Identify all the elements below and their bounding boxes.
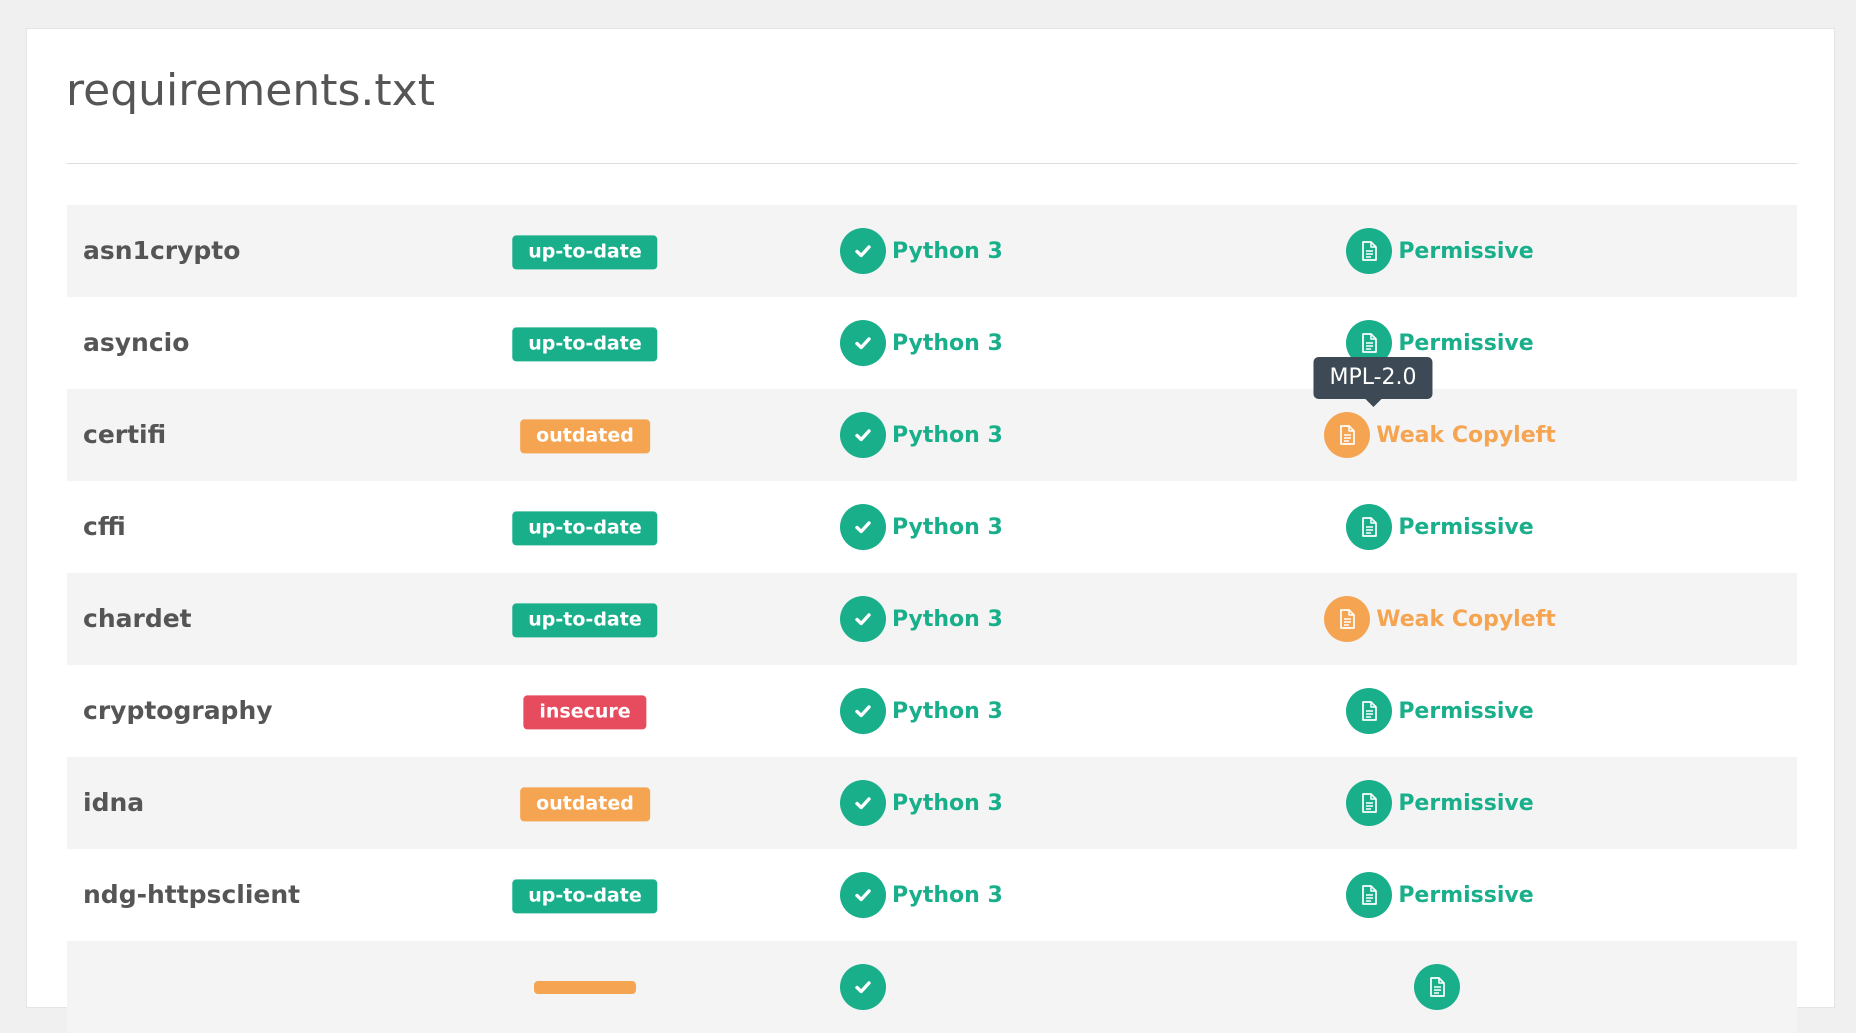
document-icon: [1346, 872, 1393, 918]
document-icon: [1346, 228, 1393, 274]
package-list: asn1crypto up-to-date Python 3 Permissive as…: [67, 205, 1797, 1033]
package-row[interactable]: chardet up-to-date Python 3 Weak Copyleft: [67, 573, 1797, 665]
package-name[interactable]: idna: [83, 757, 144, 849]
document-icon: [1324, 412, 1371, 458]
status-cell: [530, 941, 640, 1033]
check-icon: [840, 596, 886, 642]
python-compat[interactable]: Python 3: [840, 849, 1003, 941]
python-label: Python 3: [892, 330, 1003, 356]
license-label: Weak Copyleft: [1376, 606, 1556, 632]
check-icon: [840, 872, 886, 918]
license-label: Weak Copyleft: [1376, 422, 1556, 448]
license-label: Permissive: [1398, 514, 1534, 540]
document-icon: [1346, 688, 1393, 734]
python-compat[interactable]: Python 3: [840, 757, 1003, 849]
python-label: Python 3: [892, 882, 1003, 908]
status-badge[interactable]: up-to-date: [512, 603, 658, 638]
status-badge[interactable]: up-to-date: [512, 511, 658, 546]
python-compat[interactable]: Python 3: [840, 481, 1003, 573]
status-cell: up-to-date: [512, 849, 658, 941]
package-name[interactable]: chardet: [83, 573, 192, 665]
license-cell[interactable]: Weak Copyleft: [1324, 573, 1556, 665]
package-row[interactable]: ndg-httpsclient up-to-date Python 3 Permiss…: [67, 849, 1797, 941]
python-compat[interactable]: Python 3: [840, 665, 1003, 757]
status-cell: up-to-date: [512, 481, 658, 573]
license-cell[interactable]: Permissive: [1340, 205, 1540, 297]
package-row[interactable]: [67, 941, 1797, 1033]
python-compat[interactable]: [840, 941, 892, 1033]
license-cell[interactable]: Permissive: [1340, 665, 1540, 757]
python-label: Python 3: [892, 698, 1003, 724]
package-name[interactable]: asyncio: [83, 297, 189, 389]
package-row[interactable]: asn1crypto up-to-date Python 3 Permissive: [67, 205, 1797, 297]
python-compat[interactable]: Python 3: [840, 205, 1003, 297]
title-divider: [67, 163, 1797, 164]
status-cell: insecure: [523, 665, 647, 757]
python-label: Python 3: [892, 238, 1003, 264]
status-badge[interactable]: up-to-date: [512, 235, 658, 270]
python-label: Python 3: [892, 422, 1003, 448]
package-row[interactable]: idna outdated Python 3 Permissive: [67, 757, 1797, 849]
package-row[interactable]: cryptography insecure Python 3 Permissive: [67, 665, 1797, 757]
license-label: Permissive: [1398, 330, 1534, 356]
status-badge[interactable]: outdated: [520, 419, 650, 454]
status-badge[interactable]: up-to-date: [512, 327, 658, 362]
document-icon: [1346, 780, 1393, 826]
status-cell: up-to-date: [512, 573, 658, 665]
package-name[interactable]: asn1crypto: [83, 205, 240, 297]
python-compat[interactable]: Python 3: [840, 297, 1003, 389]
license-label: Permissive: [1398, 238, 1534, 264]
package-row[interactable]: cffi up-to-date Python 3 Permissive: [67, 481, 1797, 573]
package-row[interactable]: certifi outdated Python 3 Weak Copyleft: [67, 389, 1797, 481]
check-icon: [840, 688, 886, 734]
python-label: Python 3: [892, 790, 1003, 816]
status-cell: up-to-date: [512, 297, 658, 389]
requirements-card: requirements.txt asn1crypto up-to-date Pyt…: [26, 28, 1835, 1033]
status-cell: up-to-date: [512, 205, 658, 297]
check-icon: [840, 228, 886, 274]
license-cell[interactable]: Permissive: [1340, 757, 1540, 849]
python-label: Python 3: [892, 606, 1003, 632]
python-label: Python 3: [892, 514, 1003, 540]
check-icon: [840, 964, 886, 1010]
status-cell: outdated: [520, 757, 650, 849]
document-icon: [1324, 596, 1371, 642]
tooltip-text: MPL-2.0: [1329, 365, 1417, 390]
license-label: Permissive: [1398, 790, 1534, 816]
status-badge[interactable]: up-to-date: [512, 879, 658, 914]
package-name[interactable]: ndg-httpsclient: [83, 849, 300, 941]
package-row[interactable]: asyncio up-to-date Python 3 Permissive: [67, 297, 1797, 389]
status-badge[interactable]: insecure: [523, 695, 647, 730]
license-cell[interactable]: Permissive: [1340, 849, 1540, 941]
license-label: Permissive: [1398, 698, 1534, 724]
check-icon: [840, 412, 886, 458]
status-badge[interactable]: outdated: [520, 787, 650, 822]
check-icon: [840, 504, 886, 550]
python-compat[interactable]: Python 3: [840, 389, 1003, 481]
package-name[interactable]: certifi: [83, 389, 166, 481]
python-compat[interactable]: Python 3: [840, 573, 1003, 665]
package-name[interactable]: cryptography: [83, 665, 273, 757]
check-icon: [840, 320, 886, 366]
license-cell[interactable]: Permissive: [1340, 481, 1540, 573]
check-icon: [840, 780, 886, 826]
package-name[interactable]: cffi: [83, 481, 126, 573]
status-badge[interactable]: [534, 981, 636, 995]
license-cell[interactable]: [1340, 941, 1540, 1033]
tooltip-arrow: [1364, 399, 1381, 408]
status-cell: outdated: [520, 389, 650, 481]
document-icon: [1346, 504, 1393, 550]
document-icon: [1414, 964, 1460, 1010]
license-label: Permissive: [1398, 882, 1534, 908]
license-tooltip: MPL-2.0: [1313, 357, 1433, 408]
page-title: requirements.txt: [66, 65, 435, 116]
